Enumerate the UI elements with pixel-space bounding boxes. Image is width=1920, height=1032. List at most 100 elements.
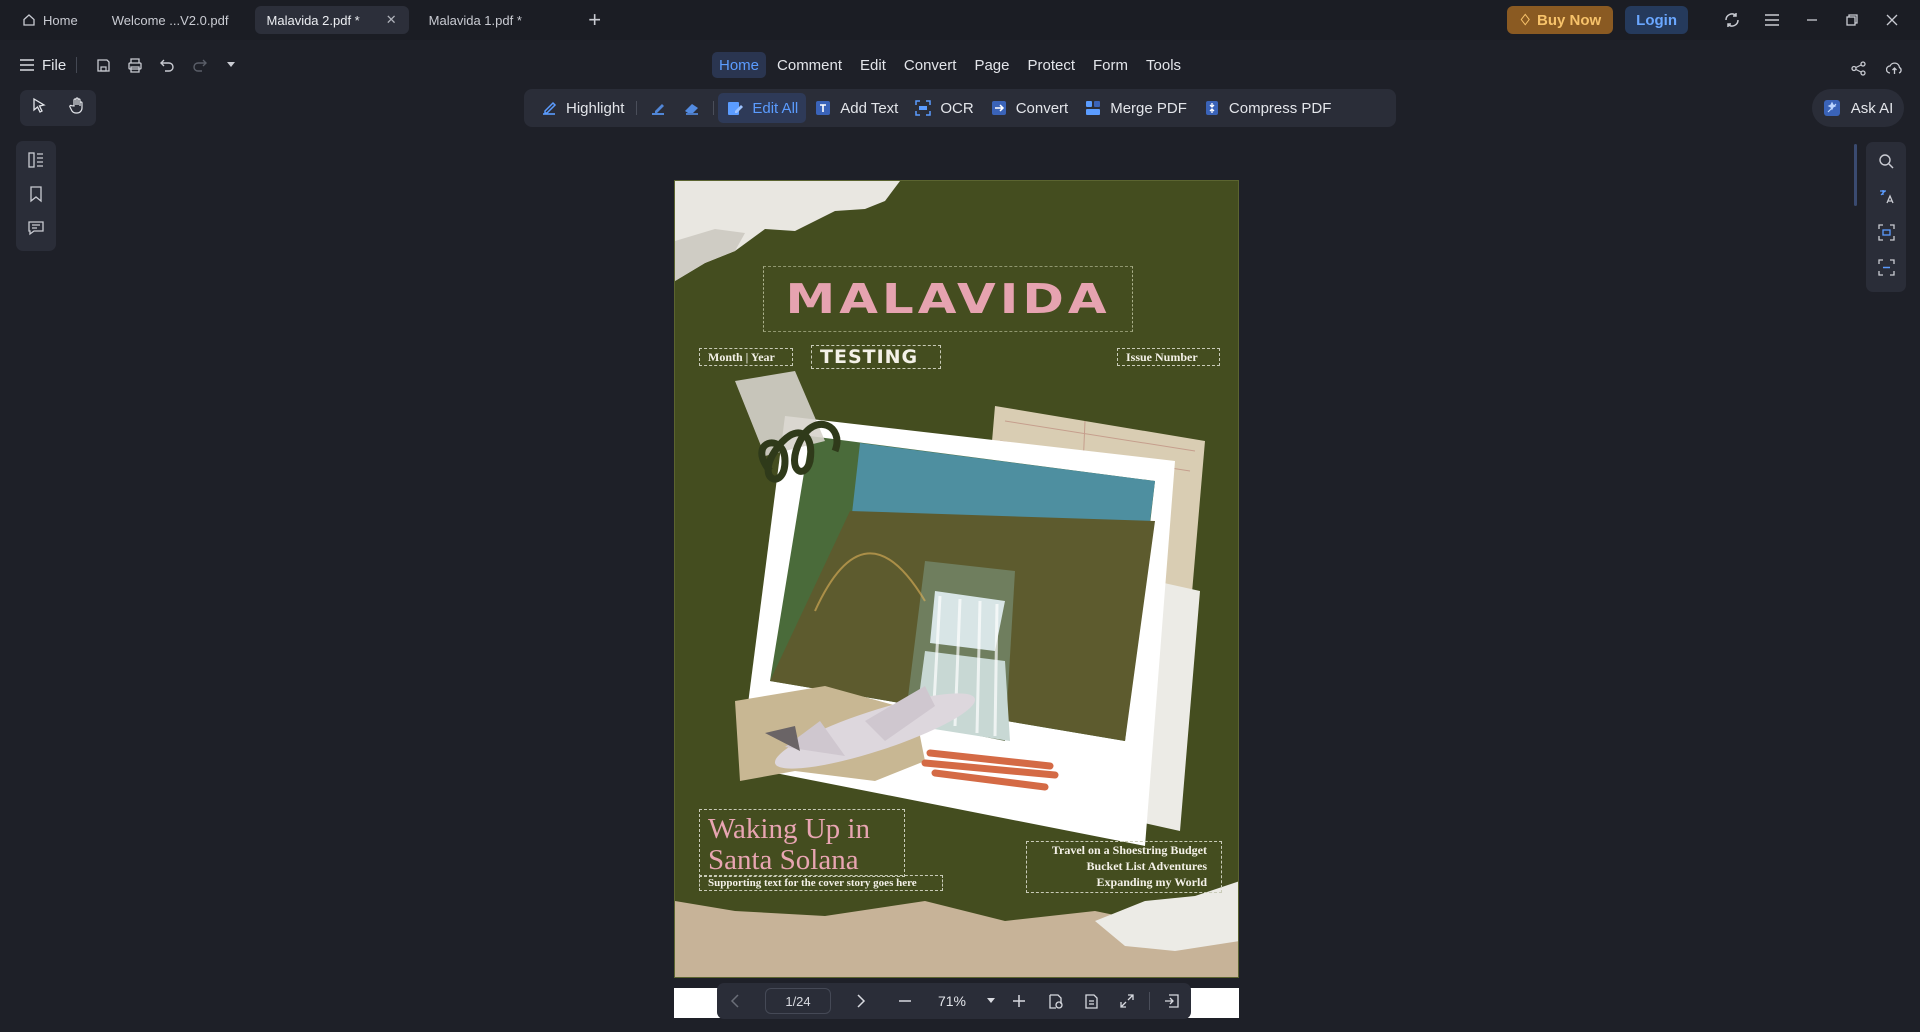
- tab-home[interactable]: Home: [18, 6, 90, 34]
- ask-ai-button[interactable]: Ask AI: [1812, 89, 1904, 127]
- menu-home[interactable]: Home: [712, 52, 767, 78]
- left-sidebar: [16, 141, 56, 251]
- underline-tool[interactable]: [641, 93, 675, 123]
- buy-now-button[interactable]: ♢ Buy Now: [1506, 6, 1614, 34]
- zoom-in-icon[interactable]: [1001, 983, 1037, 1019]
- merge-pdf-button[interactable]: Merge PDF: [1076, 93, 1195, 123]
- next-page-icon[interactable]: [843, 983, 879, 1019]
- translate-icon[interactable]: [1878, 188, 1895, 210]
- comment-icon[interactable]: [27, 219, 45, 242]
- ai-sparkle-icon: [1823, 100, 1840, 116]
- scan-area-icon[interactable]: [1877, 224, 1895, 246]
- compress-pdf-button[interactable]: Compress PDF: [1195, 93, 1340, 123]
- dropdown-arrow-icon[interactable]: [215, 49, 247, 81]
- convert-label: Convert: [1015, 99, 1069, 117]
- tab-welcome[interactable]: Welcome ...V2.0.pdf: [100, 6, 241, 34]
- search-icon[interactable]: [1878, 153, 1895, 175]
- ocr-label: OCR: [940, 99, 974, 117]
- close-tab-icon[interactable]: ✕: [386, 12, 397, 28]
- menu-page[interactable]: Page: [967, 52, 1016, 78]
- fit-page-icon[interactable]: [1073, 983, 1109, 1019]
- print-icon[interactable]: [119, 49, 151, 81]
- merge-pdf-label: Merge PDF: [1110, 99, 1187, 117]
- page-number-input[interactable]: 1/24: [765, 988, 831, 1014]
- menu-convert[interactable]: Convert: [897, 52, 964, 78]
- tab-welcome-label: Welcome ...V2.0.pdf: [111, 12, 229, 28]
- issue-number-text[interactable]: Issue Number: [1117, 348, 1220, 366]
- select-cursor-icon[interactable]: [31, 97, 47, 119]
- login-label: Login: [1636, 11, 1677, 29]
- add-text-label: Add Text: [840, 99, 899, 117]
- ask-ai-label: Ask AI: [1850, 99, 1894, 117]
- menu-edit[interactable]: Edit: [853, 52, 893, 78]
- selection-tools: [20, 90, 96, 126]
- share-icon[interactable]: [1842, 52, 1874, 84]
- eraser-tool[interactable]: [675, 93, 709, 123]
- compress-pdf-icon: [1205, 101, 1218, 115]
- sync-icon[interactable]: [1712, 0, 1752, 40]
- edit-all-button[interactable]: Edit All: [718, 93, 807, 123]
- story-title-line1: Waking Up in: [708, 813, 870, 845]
- highlight-label: Highlight: [566, 99, 625, 117]
- scroll-indicator[interactable]: [1854, 144, 1857, 206]
- minimize-icon[interactable]: [1792, 0, 1832, 40]
- cover-lines[interactable]: Travel on a Shoestring Budget Bucket Lis…: [1026, 841, 1222, 893]
- menu-comment[interactable]: Comment: [770, 52, 849, 78]
- hamburger-icon: [20, 59, 34, 71]
- file-menu-label: File: [42, 56, 67, 74]
- cover-line: Expanding my World: [1096, 875, 1207, 889]
- convert-button[interactable]: Convert: [982, 93, 1077, 123]
- story-title-line2: Santa Solana: [708, 844, 859, 876]
- pdf-page[interactable]: MALAVIDA Month | Year TESTING Issue Numb…: [674, 180, 1239, 978]
- divider: [636, 101, 638, 115]
- supporting-text[interactable]: Supporting text for the cover story goes…: [699, 875, 943, 891]
- edit-all-icon: [728, 102, 744, 115]
- ocr-icon: [915, 100, 932, 116]
- screen-capture-icon[interactable]: [1877, 259, 1895, 281]
- exit-view-icon[interactable]: [1154, 983, 1190, 1019]
- divider: [76, 57, 78, 73]
- magazine-title[interactable]: MALAVIDA: [763, 266, 1133, 332]
- new-tab-button[interactable]: +: [583, 7, 607, 33]
- menu-tools[interactable]: Tools: [1139, 52, 1188, 78]
- login-button[interactable]: Login: [1625, 6, 1688, 34]
- thumbnails-icon[interactable]: [27, 151, 45, 174]
- restore-icon[interactable]: [1832, 0, 1872, 40]
- redo-icon[interactable]: [183, 49, 215, 81]
- highlight-icon: [543, 101, 557, 115]
- month-year-text[interactable]: Month | Year: [699, 348, 793, 366]
- bookmark-icon[interactable]: [27, 185, 45, 208]
- zoom-out-icon[interactable]: [887, 983, 923, 1019]
- zoom-level[interactable]: 71%: [923, 993, 981, 1009]
- fullscreen-icon[interactable]: [1109, 983, 1145, 1019]
- divider: [1149, 992, 1150, 1010]
- close-window-icon[interactable]: [1872, 0, 1912, 40]
- convert-icon: [991, 101, 1006, 115]
- testing-text[interactable]: TESTING: [811, 345, 941, 369]
- cloud-upload-icon[interactable]: [1878, 52, 1910, 84]
- cover-line: Bucket List Adventures: [1086, 859, 1207, 873]
- tab-malavida-2[interactable]: Malavida 2.pdf * ✕: [254, 6, 409, 34]
- save-icon[interactable]: [87, 49, 119, 81]
- zoom-dropdown-icon[interactable]: [981, 983, 1001, 1019]
- pen-underline-icon: [652, 104, 665, 115]
- undo-icon[interactable]: [151, 49, 183, 81]
- hamburger-menu-icon[interactable]: [1752, 0, 1792, 40]
- ocr-button[interactable]: OCR: [906, 93, 981, 123]
- hand-tool-icon[interactable]: [69, 97, 85, 119]
- buy-now-label: Buy Now: [1537, 11, 1602, 29]
- file-menu[interactable]: File: [20, 57, 66, 74]
- highlight-button[interactable]: Highlight: [532, 93, 632, 123]
- cover-story-title[interactable]: Waking Up in Santa Solana: [699, 809, 905, 877]
- add-text-button[interactable]: Add Text: [806, 93, 906, 123]
- tab-malavida-1[interactable]: Malavida 1.pdf *: [417, 6, 559, 34]
- menu-protect[interactable]: Protect: [1020, 52, 1082, 78]
- menu-form[interactable]: Form: [1086, 52, 1135, 78]
- page-settings-icon[interactable]: [1037, 983, 1073, 1019]
- home-icon: [23, 14, 35, 26]
- compress-pdf-label: Compress PDF: [1228, 99, 1332, 117]
- title-bar: Home Welcome ...V2.0.pdf Malavida 2.pdf …: [0, 0, 1920, 40]
- previous-page-icon[interactable]: [717, 983, 753, 1019]
- main-menu: Home Comment Edit Convert Page Protect F…: [712, 52, 1188, 78]
- diamond-icon: ♢: [1518, 12, 1532, 29]
